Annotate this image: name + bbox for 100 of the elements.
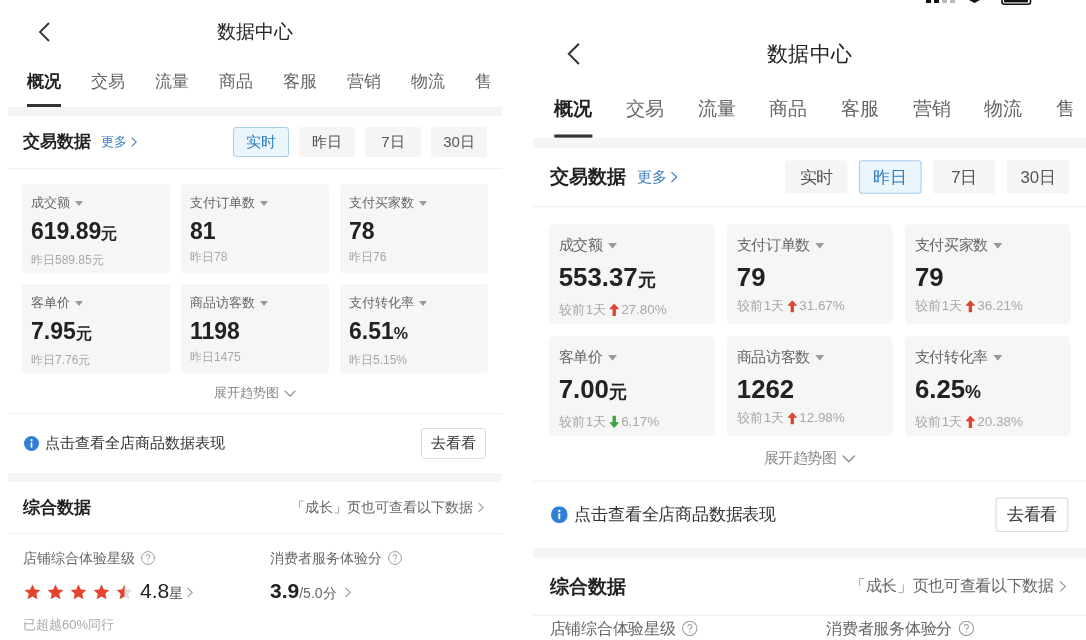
tab[interactable]: 客服 — [283, 64, 317, 107]
metric-value: 1198 — [190, 317, 240, 345]
growth-page-link[interactable]: 「成长」页也可查看以下数据 — [291, 497, 484, 518]
metric-label: 客单价 — [31, 294, 70, 312]
metric-value: 7.95元 — [31, 317, 92, 346]
period-tab[interactable]: 昨日 — [858, 160, 922, 194]
expand-trend-link[interactable]: 展开趋势图 — [214, 384, 296, 402]
star-icon — [69, 583, 88, 601]
tab[interactable]: 商品 — [219, 64, 253, 107]
metric-label: 支付订单数 — [190, 194, 255, 212]
metric-label: 支付买家数 — [914, 235, 988, 256]
metric-label: 成交额 — [558, 235, 603, 256]
page-title: 数据中心 — [767, 40, 853, 67]
chevron-down-icon — [284, 389, 296, 397]
caret-down-icon — [815, 242, 825, 249]
tab[interactable]: 物流 — [411, 64, 445, 107]
metric-label: 支付买家数 — [349, 194, 414, 212]
comparison-text: 较前1天 — [736, 409, 785, 427]
battery-icon — [1001, 0, 1034, 5]
chevron-right-icon — [131, 137, 137, 147]
comparison-text: 昨日589.85元 — [31, 252, 104, 268]
metric-label: 支付订单数 — [736, 235, 810, 256]
period-tab[interactable]: 实时 — [785, 160, 848, 194]
help-icon — [141, 551, 155, 565]
section-title: 交易数据 — [23, 131, 91, 154]
change-percent: 12.98% — [799, 409, 845, 427]
period-tab[interactable]: 实时 — [233, 127, 289, 157]
metric-value: 6.25% — [914, 373, 981, 406]
tab[interactable]: 流量 — [697, 89, 736, 138]
change-percent: 31.67% — [799, 297, 845, 315]
comparison-text: 昨日7.76元 — [31, 352, 91, 368]
go-view-button[interactable]: 去看看 — [995, 497, 1069, 533]
metric-label: 商品访客数 — [736, 347, 810, 368]
change-percent: 6.17% — [621, 412, 660, 431]
chevron-right-icon — [187, 586, 194, 598]
comparison-text: 昨日78 — [190, 249, 228, 265]
tab[interactable]: 物流 — [984, 89, 1023, 138]
expand-trend-link[interactable]: 展开趋势图 — [763, 448, 856, 469]
comparison-text: 较前1天 — [914, 412, 963, 431]
period-tab[interactable]: 30日 — [431, 127, 487, 157]
comparison-text: 昨日76 — [349, 249, 387, 265]
caret-down-icon — [75, 200, 83, 206]
wifi-icon — [969, 0, 980, 3]
chevron-down-icon — [842, 454, 856, 463]
info-icon — [550, 506, 568, 524]
rating-note: 已超越60%同行 — [23, 617, 115, 632]
growth-page-link[interactable]: 「成长」页也可查看以下数据 — [849, 574, 1067, 599]
stat-label: 店铺综合体验星级 — [549, 619, 676, 638]
tab[interactable]: 售 — [1056, 89, 1076, 138]
change-percent: 36.21% — [977, 297, 1023, 315]
chevron-right-icon — [1059, 580, 1067, 593]
comparison-text: 昨日1475 — [190, 349, 241, 365]
change-percent: 20.38% — [977, 412, 1023, 431]
more-link[interactable]: 更多 — [637, 166, 678, 188]
metric-value: 553.37元 — [558, 261, 656, 294]
tab[interactable]: 客服 — [841, 89, 880, 138]
metric-label: 客单价 — [558, 347, 603, 368]
caret-down-icon — [815, 354, 825, 361]
stat-label: 店铺综合体验星级 — [23, 550, 135, 566]
metric-value: 78 — [349, 217, 375, 245]
tab[interactable]: 商品 — [769, 89, 808, 138]
tab[interactable]: 流量 — [155, 64, 189, 107]
caret-down-icon — [608, 242, 617, 249]
metric-value: 1262 — [736, 373, 795, 405]
more-link[interactable]: 更多 — [101, 132, 137, 152]
back-icon[interactable] — [566, 42, 581, 66]
caret-down-icon — [260, 200, 268, 206]
tab[interactable]: 交易 — [625, 89, 665, 138]
metric-label: 成交额 — [31, 194, 70, 212]
tab[interactable]: 交易 — [91, 64, 125, 107]
metric-value: 7.00元 — [558, 373, 627, 406]
help-icon — [958, 620, 975, 637]
help-icon — [388, 551, 402, 565]
section-title: 综合数据 — [23, 496, 91, 519]
metric-label: 支付转化率 — [914, 347, 988, 368]
star-icon — [46, 583, 65, 601]
metric-value: 619.89元 — [31, 217, 118, 246]
metric-value: 6.51% — [349, 317, 408, 346]
comparison-text: 较前1天 — [558, 412, 607, 431]
metric-label: 支付转化率 — [349, 294, 414, 312]
service-score: 3.9/5.0分 — [270, 580, 337, 604]
comparison-text: 昨日5.15% — [349, 352, 408, 368]
tab[interactable]: 营销 — [347, 64, 381, 107]
change-percent: 27.80% — [621, 300, 667, 319]
back-icon[interactable] — [38, 22, 50, 42]
metric-value: 81 — [190, 217, 216, 245]
metric-value: 79 — [736, 261, 766, 293]
caret-down-icon — [75, 300, 83, 306]
caret-down-icon — [608, 354, 617, 361]
go-view-button[interactable]: 去看看 — [421, 428, 486, 459]
period-tab[interactable]: 30日 — [1006, 160, 1070, 194]
period-tab[interactable]: 昨日 — [299, 127, 355, 157]
comparison-text: 较前1天 — [736, 297, 785, 315]
tab[interactable]: 营销 — [912, 89, 951, 138]
rating-score: 4.8星 — [140, 580, 184, 604]
star-icon — [92, 583, 111, 601]
metric-label: 商品访客数 — [190, 294, 255, 312]
tab[interactable]: 售 — [475, 64, 492, 107]
period-tab[interactable]: 7日 — [932, 160, 996, 194]
period-tab[interactable]: 7日 — [365, 127, 421, 157]
